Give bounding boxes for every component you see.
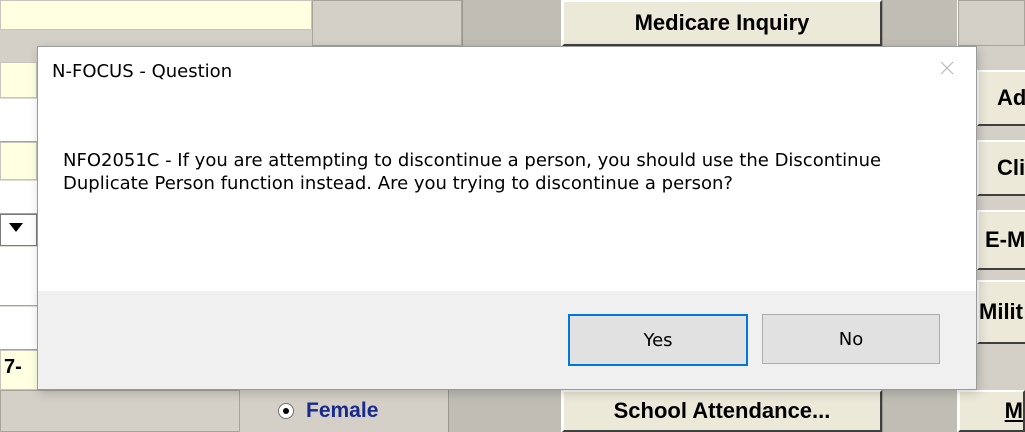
radio-selected-icon[interactable] [278,403,294,419]
bottom-divider [448,390,562,432]
top-gray-field [312,0,462,46]
left-strip-2 [0,180,37,214]
yes-button[interactable]: Yes [568,314,748,366]
gender-female-radio[interactable]: Female [240,390,448,432]
top-right-gray [958,0,1025,46]
bottom-divider-right [882,390,958,432]
bottom-right-button[interactable]: M [958,390,1025,432]
left-strip-3 [0,246,37,306]
left-date-fragment: 7- [4,356,22,378]
right-button-military[interactable]: Milit [977,280,1025,344]
left-strip-1 [0,98,37,142]
top-divider-right [882,0,958,46]
left-yellow-field-1[interactable] [0,62,37,98]
right-button-ad[interactable]: Ad [977,70,1025,126]
right-button-cli[interactable]: Cli [977,140,1025,196]
no-button[interactable]: No [762,314,940,364]
dialog-title: N-FOCUS - Question [52,61,233,82]
left-yellow-field-2[interactable] [0,142,37,180]
dialog-message: NFO2051C - If you are attempting to disc… [63,150,882,194]
left-dropdown[interactable] [0,214,37,246]
chevron-down-icon[interactable] [9,223,23,232]
close-icon[interactable] [936,57,958,79]
right-button-email[interactable]: E-M [977,210,1025,270]
left-strip-4 [0,306,37,350]
question-dialog: N-FOCUS - Question NFO2051C - If you are… [37,46,977,390]
medicare-inquiry-button[interactable]: Medicare Inquiry [562,0,882,46]
bottom-left-gray [0,390,240,432]
female-label: Female [306,399,379,422]
top-divider [462,0,562,46]
school-attendance-button[interactable]: School Attendance... [562,390,882,432]
top-yellow-field[interactable] [0,0,312,30]
